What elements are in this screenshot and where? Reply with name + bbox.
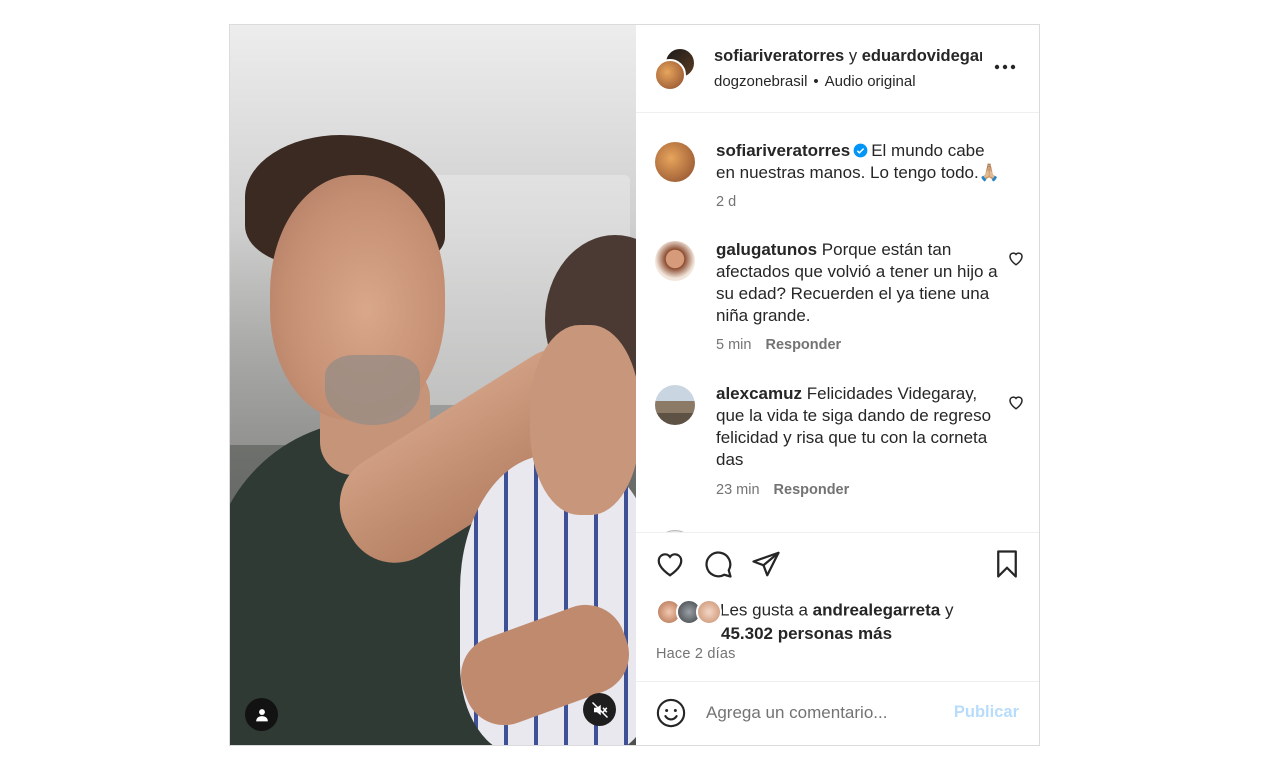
avatar[interactable] bbox=[655, 142, 695, 182]
caption-username[interactable]: sofiariveratorres bbox=[716, 141, 850, 160]
comments-list[interactable]: sofiariveratorres El mundo cabe en nuestr… bbox=[636, 113, 1039, 532]
comment-time[interactable]: 5 min bbox=[716, 337, 751, 353]
caption-meta: 2 d bbox=[716, 194, 736, 210]
more-icon bbox=[994, 64, 1016, 70]
reply-button[interactable]: Responder bbox=[765, 337, 841, 353]
verified-icon bbox=[853, 143, 868, 158]
comment-text: galugatunos Porque están tan afectados q… bbox=[716, 239, 1001, 327]
audio-link[interactable]: Audio original bbox=[825, 73, 916, 90]
mute-icon bbox=[591, 701, 608, 718]
likes-summary: Les gusta a andrealegarreta y 45.302 per… bbox=[656, 599, 953, 645]
post-actions: Les gusta a andrealegarreta y 45.302 per… bbox=[636, 532, 1039, 681]
post-header: sofiariveratorres y eduardovidegaray dog… bbox=[636, 25, 1039, 113]
caption-text: sofiariveratorres El mundo cabe en nuestr… bbox=[716, 140, 1001, 184]
more-options-button[interactable] bbox=[993, 55, 1017, 79]
video-man-hand bbox=[530, 325, 636, 515]
likes-joiner: y bbox=[944, 600, 954, 620]
comment-input[interactable] bbox=[704, 702, 938, 724]
collab-avatars[interactable] bbox=[654, 47, 696, 91]
account-link[interactable]: dogzonebrasil bbox=[714, 73, 807, 90]
avatar[interactable] bbox=[655, 241, 695, 281]
avatar[interactable] bbox=[655, 385, 695, 425]
comment-username[interactable]: alexcamuz bbox=[716, 384, 802, 403]
avatar bbox=[696, 599, 722, 625]
avatar[interactable] bbox=[654, 59, 686, 91]
publish-button[interactable]: Publicar bbox=[954, 703, 1019, 722]
heart-icon[interactable] bbox=[1007, 249, 1025, 267]
bookmark-icon[interactable] bbox=[992, 549, 1022, 579]
collaborator-username[interactable]: eduardovidegaray bbox=[862, 47, 982, 65]
caption-time[interactable]: 2 d bbox=[716, 194, 736, 210]
video-man-beard bbox=[325, 355, 420, 425]
heart-icon[interactable] bbox=[655, 549, 685, 579]
comment-username[interactable]: galugatunos bbox=[716, 240, 817, 259]
tagged-users-button[interactable] bbox=[245, 698, 278, 731]
collab-title: sofiariveratorres y eduardovidegaray bbox=[714, 47, 982, 66]
collab-joiner: y bbox=[848, 47, 858, 65]
reel-video[interactable] bbox=[230, 25, 636, 745]
add-comment-bar: Publicar bbox=[636, 681, 1039, 745]
comment-meta: 23 min Responder bbox=[716, 482, 849, 498]
likes-count-link[interactable]: 45.302 personas más bbox=[721, 624, 892, 643]
post-details-panel: sofiariveratorres y eduardovidegaray dog… bbox=[636, 25, 1039, 745]
likes-prefix: Les gusta a bbox=[720, 600, 808, 620]
share-icon[interactable] bbox=[751, 549, 781, 579]
comment-time[interactable]: 23 min bbox=[716, 482, 760, 498]
post-subtitle: dogzonebrasil • Audio original bbox=[714, 73, 916, 90]
author-username[interactable]: sofiariveratorres bbox=[714, 47, 844, 65]
comment-icon[interactable] bbox=[703, 549, 733, 579]
liker-username[interactable]: andrealegarreta bbox=[813, 600, 941, 619]
mute-toggle-button[interactable] bbox=[583, 693, 616, 726]
reply-button[interactable]: Responder bbox=[774, 482, 850, 498]
post-dialog: sofiariveratorres y eduardovidegaray dog… bbox=[229, 24, 1040, 746]
heart-icon[interactable] bbox=[1007, 393, 1025, 411]
emoji-icon[interactable] bbox=[656, 698, 686, 728]
comment-meta: 5 min Responder bbox=[716, 337, 841, 353]
separator-dot: • bbox=[813, 73, 819, 90]
post-date[interactable]: Hace 2 días bbox=[656, 646, 736, 662]
user-tag-icon bbox=[255, 708, 268, 721]
comment-text: alexcamuz Felicidades Videgaray, que la … bbox=[716, 383, 1001, 471]
likers-avatars[interactable] bbox=[656, 599, 722, 625]
